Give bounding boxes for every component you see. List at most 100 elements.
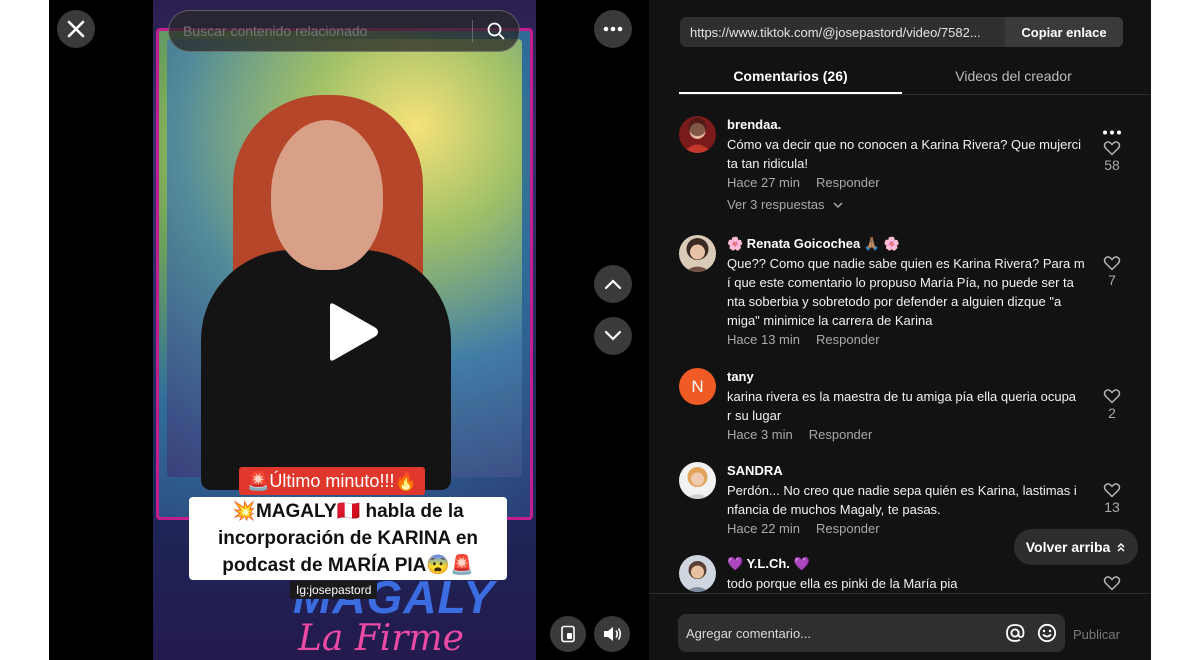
more-horizontal-icon [603,26,623,32]
avatar[interactable]: N [679,368,716,405]
like-button[interactable]: 2 [1097,388,1127,421]
reply-button[interactable]: Responder [809,427,873,442]
pip-button[interactable] [550,616,586,652]
video-url[interactable]: https://www.tiktok.com/@josepastord/vide… [680,25,1005,40]
avatar[interactable] [679,116,716,153]
heart-icon [1103,141,1121,156]
copy-link-button[interactable]: Copiar enlace [1005,17,1123,47]
emoji-button[interactable] [1033,619,1061,647]
double-chevron-up-icon [1117,542,1125,552]
like-button[interactable] [1097,575,1127,592]
comment-time: Hace 22 min [727,521,800,536]
user-photo-icon [679,462,716,499]
search-icon [487,22,505,40]
comment-meta: Hace 27 min Responder [727,173,1087,192]
heart-icon [1103,483,1121,498]
comment-time: Hace 13 min [727,332,800,347]
chevron-up-icon [604,279,622,290]
comment-username[interactable]: brendaa. [727,116,1087,134]
floating-player-icon [561,625,575,643]
tab-comments[interactable]: Comentarios (26) [679,62,902,94]
comment-text-line: Cómo va decir que no conocen a Karina Ri… [727,137,1082,152]
back-to-top-button[interactable]: Volver arriba [1014,529,1138,565]
comment-body: SANDRA Perdón... No creo que nadie sepa … [727,462,1087,538]
comment-text-line: ta tan ridicula! [727,156,808,171]
comment-meta: Hace 3 min Responder [727,425,1087,444]
chevron-down-icon [833,202,843,209]
comment-text-line: nta soberbia y sobretodo por defender a … [727,294,1062,309]
comment-username[interactable]: tany [727,368,1087,386]
presenter-body [201,250,451,490]
comment-input-placeholder: Agregar comentario... [686,625,812,641]
mention-button[interactable] [1001,619,1029,647]
play-icon[interactable] [322,300,382,364]
comments-panel: https://www.tiktok.com/@josepastord/vide… [649,0,1151,660]
user-photo-icon [679,555,716,592]
volume-button[interactable] [594,616,630,652]
comment-more-button[interactable] [1102,122,1122,140]
comment-text: Perdón... No creo que nadie sepa quién e… [727,481,1087,519]
like-button[interactable]: 13 [1097,482,1127,515]
volume-icon [604,627,622,641]
tab-creator-videos[interactable]: Videos del creador [902,62,1125,94]
chevron-down-icon [604,330,622,341]
comment-username[interactable]: SANDRA [727,462,1087,480]
like-count: 2 [1108,405,1116,421]
related-search-input[interactable] [183,23,472,39]
comment-meta: Hace 13 min Responder [727,330,1087,349]
avatar-letter: N [691,376,704,396]
heart-icon [1103,389,1121,404]
at-sign-icon [1006,624,1025,642]
page: MAGALY La Firme MA 🚨Último minuto!!!🔥 💥 [0,0,1200,660]
user-photo-icon [679,116,716,153]
comment-username[interactable]: 🌸 Renata Goicochea 🙏🏽 🌸 [727,235,1087,253]
comment-text-line: miga" minimice la carrera de Karina [727,313,933,328]
like-count: 13 [1104,499,1120,515]
caption-line: incorporación de KARINA en [217,528,479,549]
comment-text: Que?? Como que nadie sabe quien es Karin… [727,254,1087,330]
video-caption: 💥MAGALY🇵🇪 habla de la incorporación de K… [189,497,507,580]
search-button[interactable] [473,11,519,51]
reply-button[interactable]: Responder [816,332,880,347]
like-button[interactable]: 7 [1097,255,1127,288]
comment-text-line: r su lugar [727,408,782,423]
comment-time: Hace 27 min [727,175,800,190]
next-video-button[interactable] [594,317,632,355]
caption-line: podcast de MARÍA PIA😨🚨 [222,555,474,576]
video-handle-tag: Ig:josepastord [290,581,378,599]
comment-composer: Agregar comentario... Publicar [649,593,1151,660]
reply-button[interactable]: Responder [816,175,880,190]
close-icon [67,20,85,38]
comment-text-line: Perdón... No creo que nadie sepa quién e… [727,483,1077,498]
video-caption-tag: 🚨Último minuto!!!🔥 [239,467,425,495]
background-logo-subtitle: La Firme [298,618,464,659]
comment-list: brendaa. Cómo va decir que no conocen a … [649,96,1151,593]
comment-text: karina rivera es la maestra de tu amiga … [727,387,1087,425]
avatar[interactable] [679,462,716,499]
like-button[interactable]: 58 [1097,140,1127,173]
avatar[interactable] [679,555,716,592]
tiktok-video-viewer: MAGALY La Firme MA 🚨Último minuto!!!🔥 💥 [49,0,1151,660]
close-button[interactable] [57,10,95,48]
avatar[interactable] [679,235,716,272]
view-replies-button[interactable]: Ver 3 respuestas [727,197,1087,212]
like-count: 7 [1108,272,1116,288]
previous-video-button[interactable] [594,265,632,303]
panel-tabs: Comentarios (26) Videos del creador [679,62,1151,95]
publish-button[interactable]: Publicar [1073,627,1120,642]
more-horizontal-icon [1103,130,1121,135]
heart-icon [1103,576,1121,591]
comment-text: todo porque ella es pinki de la María pi… [727,574,1087,593]
comment-body: 🌸 Renata Goicochea 🙏🏽 🌸 Que?? Como que n… [727,235,1087,349]
presenter-face [271,120,383,270]
comment-time: Hace 3 min [727,427,793,442]
heart-icon [1103,256,1121,271]
more-options-button[interactable] [594,10,632,48]
like-count: 58 [1104,157,1120,173]
comment-text: Cómo va decir que no conocen a Karina Ri… [727,135,1087,173]
comment-body: tany karina rivera es la maestra de tu a… [727,368,1087,444]
reply-button[interactable]: Responder [816,521,880,536]
caption-line: 💥MAGALY🇵🇪 habla de la [232,501,464,522]
comment-input-box[interactable]: Agregar comentario... [678,614,1065,652]
comment-text-line: todo porque ella es pinki de la María pi… [727,576,958,591]
